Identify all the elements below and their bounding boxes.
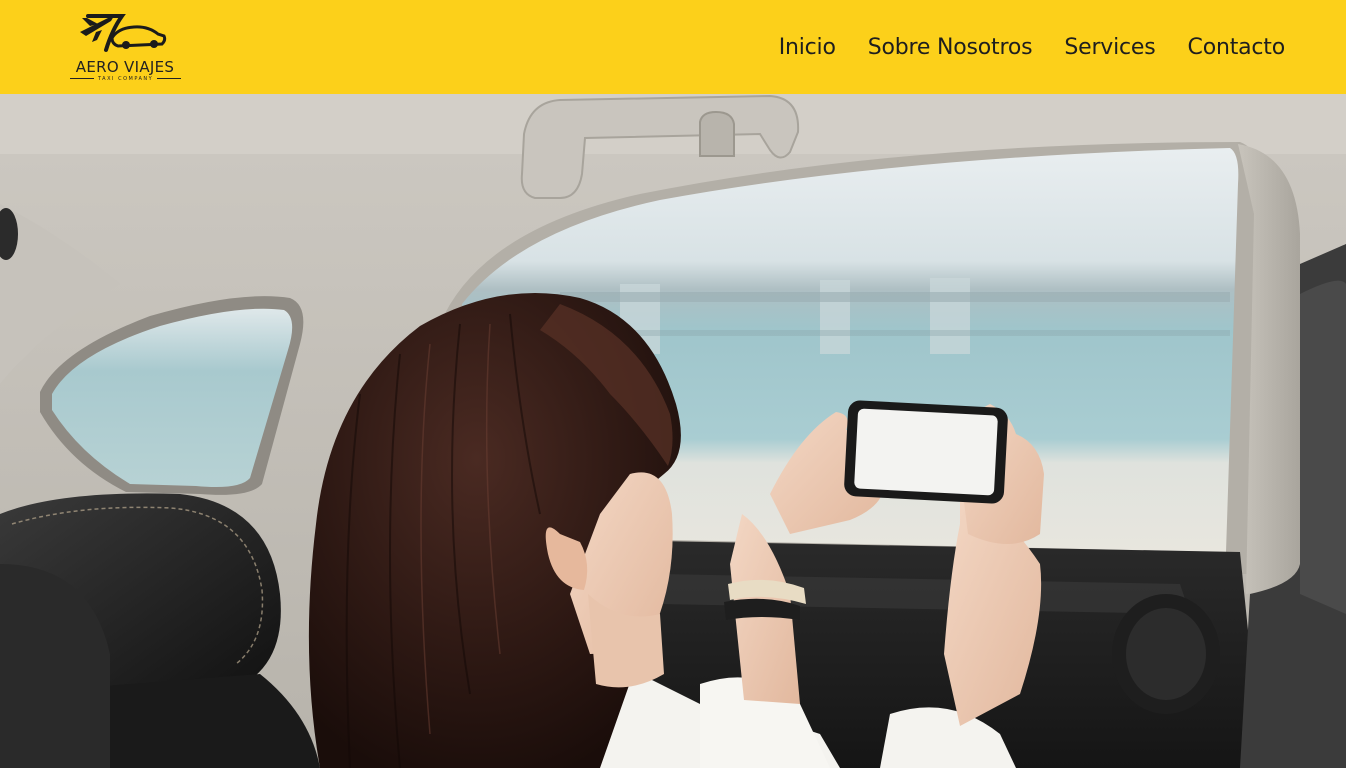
brand-tagline: TAXI COMPANY <box>66 76 184 82</box>
site-header: AERO VIAJES TAXI COMPANY Inicio Sobre No… <box>0 0 1346 94</box>
brand-logo[interactable]: AERO VIAJES TAXI COMPANY <box>64 6 186 86</box>
hero-section <box>0 94 1346 768</box>
nav-link-services[interactable]: Services <box>1064 30 1155 66</box>
nav-link-inicio[interactable]: Inicio <box>779 30 836 66</box>
brand-name: AERO VIAJES <box>75 58 175 76</box>
nav-link-contacto[interactable]: Contacto <box>1188 30 1286 66</box>
main-nav: Inicio Sobre Nosotros Services Contacto <box>779 30 1285 66</box>
plane-car-logo-icon <box>80 14 167 52</box>
hero-image <box>0 94 1346 768</box>
nav-link-sobre-nosotros[interactable]: Sobre Nosotros <box>868 30 1033 66</box>
